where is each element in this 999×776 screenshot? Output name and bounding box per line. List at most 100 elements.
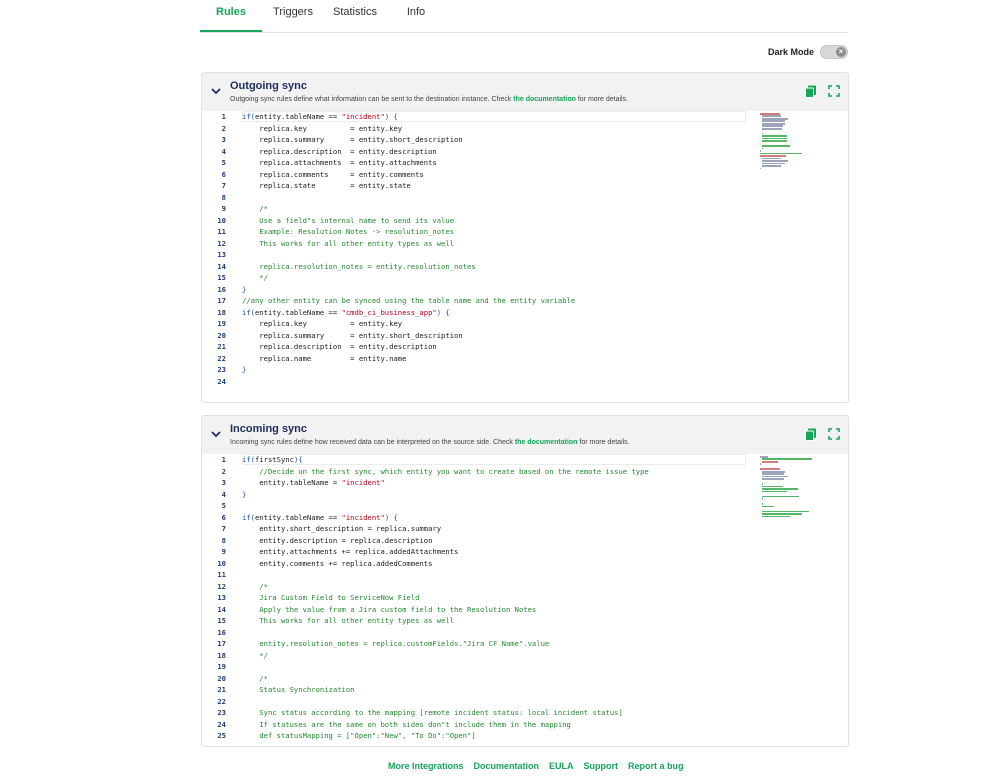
line-number: 1 — [221, 455, 226, 464]
fullscreen-icon[interactable] — [828, 428, 840, 440]
dark-mode-toggle[interactable]: × — [820, 45, 848, 59]
outgoing-code-editor[interactable]: 1 if(entity.tableName == "incident") { 2 r… — [202, 111, 848, 401]
incoming-sync-description: Incoming sync rules define how received … — [230, 439, 630, 446]
line-number: 16 — [217, 284, 226, 294]
code-line[interactable]: replica.resolution_notes = entity.resolu… — [242, 261, 475, 273]
line-number: 15 — [217, 616, 226, 625]
fullscreen-icon[interactable] — [828, 85, 840, 97]
code-line[interactable]: replica.summary = entity.short_descripti… — [242, 330, 462, 342]
code-line[interactable]: Example: Resolution Notes -> resolution_… — [242, 226, 454, 238]
line-number: 13 — [217, 593, 226, 602]
code-line[interactable]: replica.name = entity.name — [242, 353, 406, 365]
copy-icon[interactable] — [805, 428, 817, 441]
incoming-code-editor[interactable]: 1 if(firstSync){ 2 //Decide on the first s… — [202, 454, 848, 746]
code-line[interactable]: /* — [242, 203, 268, 215]
line-number: 14 — [217, 604, 226, 614]
code-line[interactable]: if(firstSync){ — [242, 454, 303, 466]
code-line[interactable]: entity.short_description = replica.summa… — [242, 523, 441, 535]
code-line[interactable]: This works for all other entity types as… — [242, 615, 454, 627]
code-line[interactable]: entity.description = replica.description — [242, 535, 432, 547]
incoming-sync-header: Incoming sync Incoming sync rules define… — [202, 416, 848, 454]
line-number: 10 — [217, 558, 226, 568]
footer-link-support[interactable]: Support — [584, 761, 619, 771]
line-number: 4 — [221, 489, 226, 499]
line-number: 9 — [221, 204, 226, 213]
code-line[interactable]: Use a field"s internal name to send its … — [242, 215, 454, 227]
line-number: 2 — [221, 123, 226, 133]
outgoing-sync-title: Outgoing sync — [230, 80, 307, 92]
code-line[interactable]: replica.attachments = entity.attachments — [242, 157, 436, 169]
code-line[interactable]: Status Synchronization — [242, 684, 354, 696]
tab-rules[interactable]: Rules — [200, 0, 262, 32]
code-line[interactable]: if(entity.tableName == "incident") { — [242, 512, 398, 524]
line-number: 1 — [221, 112, 226, 121]
code-line[interactable]: replica.description = entity.description — [242, 341, 436, 353]
footer-link-report-bug[interactable]: Report a bug — [628, 761, 684, 771]
footer-links: More Integrations Documentation EULA Sup… — [388, 761, 684, 771]
code-line[interactable]: /* — [242, 581, 268, 593]
code-line[interactable]: If statuses are the same on both sides d… — [242, 719, 571, 731]
footer-link-eula[interactable]: EULA — [549, 761, 574, 771]
line-number: 14 — [217, 261, 226, 271]
code-line[interactable]: entity.attachments += replica.addedAttac… — [242, 546, 458, 558]
code-line[interactable]: replica.description = entity.description — [242, 146, 436, 158]
outgoing-sync-header: Outgoing sync Outgoing sync rules define… — [202, 73, 848, 111]
code-line[interactable]: entity.resolution_notes = replica.custom… — [242, 638, 549, 650]
code-line[interactable]: /* — [242, 673, 268, 685]
code-line[interactable]: Apply the value from a Jira custom field… — [242, 604, 536, 616]
dark-mode-control: Dark Mode × — [768, 44, 848, 60]
line-number: 4 — [221, 146, 226, 156]
line-number: 8 — [221, 535, 226, 545]
code-line[interactable]: Jira Custom Field to ServiceNow Field — [242, 592, 419, 604]
line-number: 16 — [217, 627, 226, 637]
code-line[interactable]: } — [242, 284, 246, 296]
chevron-down-icon[interactable] — [211, 430, 221, 438]
code-line[interactable]: */ — [242, 650, 268, 662]
code-line[interactable]: replica.summary = entity.short_descripti… — [242, 134, 462, 146]
tab-info[interactable]: Info — [400, 0, 432, 32]
code-line[interactable]: } — [242, 364, 246, 376]
footer-link-more-integrations[interactable]: More Integrations — [388, 761, 464, 771]
incoming-sync-panel: Incoming sync Incoming sync rules define… — [201, 415, 849, 747]
line-number: 13 — [217, 250, 226, 259]
code-line[interactable]: //any other entity can be synced using t… — [242, 295, 575, 307]
line-number: 18 — [217, 307, 226, 317]
tab-triggers[interactable]: Triggers — [270, 0, 316, 32]
code-line[interactable]: replica.comments = entity.comments — [242, 169, 423, 181]
code-line[interactable]: */ — [242, 272, 268, 284]
code-line[interactable]: replica.key = entity.key — [242, 123, 402, 135]
code-minimap[interactable] — [760, 456, 828, 518]
line-number: 5 — [221, 501, 226, 510]
code-line[interactable]: This works for all other entity types as… — [242, 238, 454, 250]
line-number: 17 — [217, 296, 226, 305]
footer-link-documentation[interactable]: Documentation — [474, 761, 540, 771]
line-number: 2 — [221, 466, 226, 476]
code-line[interactable]: replica.key = entity.key — [242, 318, 402, 330]
line-number: 25 — [217, 731, 226, 740]
line-number: 20 — [217, 673, 226, 683]
code-line[interactable]: def statusMapping = ["Open":"New", "To D… — [242, 730, 475, 742]
code-minimap[interactable] — [760, 113, 828, 173]
line-number: 11 — [217, 570, 226, 579]
code-line[interactable]: entity.comments += replica.addedComments — [242, 558, 432, 570]
tab-statistics[interactable]: Statistics — [328, 0, 382, 32]
line-number: 12 — [217, 581, 226, 591]
code-line[interactable]: entity.tableName = "incident" — [242, 477, 385, 489]
code-line[interactable]: //Decide on the first sync, which entity… — [242, 466, 648, 478]
line-number: 5 — [221, 158, 226, 167]
code-line[interactable]: if(entity.tableName == "cmdb_ci_business… — [242, 307, 450, 319]
line-number: 23 — [217, 708, 226, 717]
line-number: 6 — [221, 512, 226, 522]
close-icon: × — [836, 47, 846, 57]
line-number: 24 — [217, 376, 226, 386]
line-number: 19 — [217, 319, 226, 328]
copy-icon[interactable] — [805, 85, 817, 98]
code-line[interactable]: if(entity.tableName == "incident") { — [242, 111, 398, 123]
chevron-down-icon[interactable] — [211, 87, 221, 95]
documentation-link[interactable]: the documentation — [515, 439, 578, 446]
code-line[interactable]: } — [242, 489, 246, 501]
code-line[interactable]: Sync status according to the mapping [re… — [242, 707, 623, 719]
line-number: 17 — [217, 639, 226, 648]
documentation-link[interactable]: the documentation — [513, 96, 576, 103]
code-line[interactable]: replica.state = entity.state — [242, 180, 410, 192]
